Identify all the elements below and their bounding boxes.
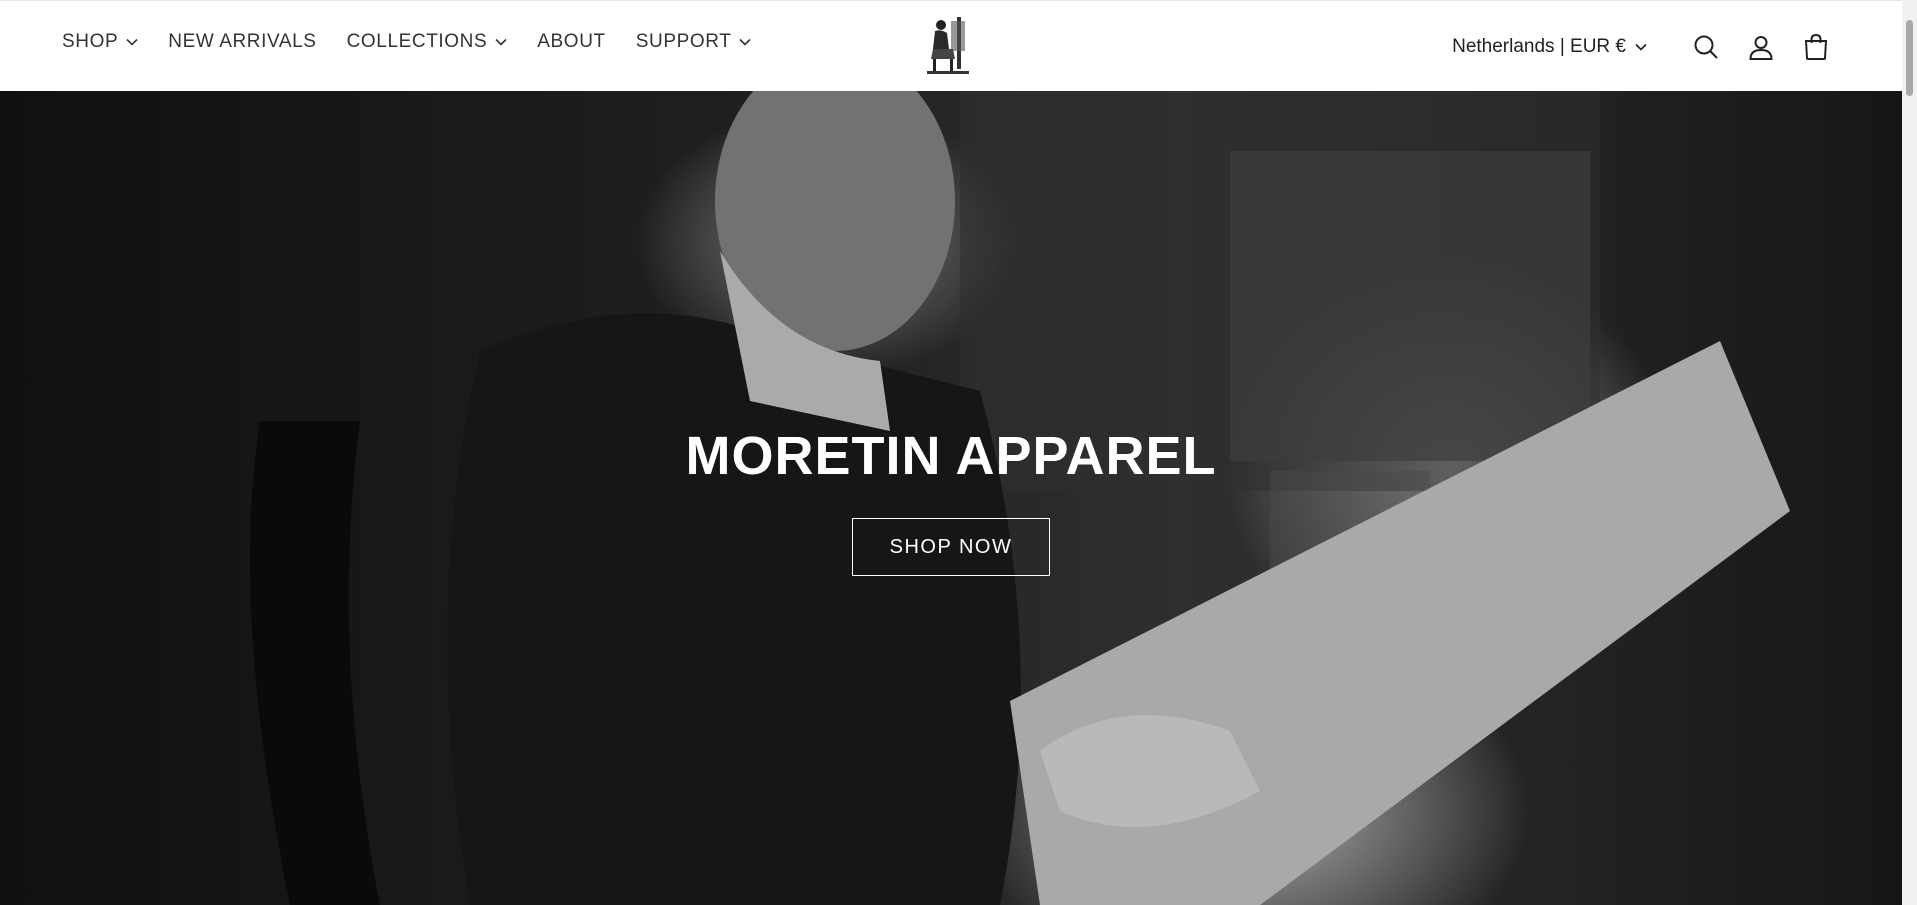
shop-now-button[interactable]: SHOP NOW (852, 518, 1050, 576)
country-currency-selector[interactable]: Netherlands | EUR € (1452, 36, 1647, 58)
scrollbar-thumb[interactable] (1906, 20, 1913, 96)
hero-banner: MORETIN APPAREL SHOP NOW (0, 91, 1902, 905)
nav-about-label: ABOUT (537, 31, 606, 52)
site-header: SHOP NEW ARRIVALS COLLECTIONS ABOUT SUPP… (0, 0, 1902, 91)
nav-new-arrivals[interactable]: NEW ARRIVALS (168, 31, 316, 53)
cart-icon[interactable] (1796, 27, 1836, 67)
page-scrollbar[interactable] (1902, 0, 1917, 905)
chevron-down-icon (1635, 43, 1647, 51)
nav-support-label: SUPPORT (635, 31, 732, 52)
nav-shop-label: SHOP (62, 31, 119, 52)
nav-shop[interactable]: SHOP (62, 31, 138, 53)
chevron-down-icon (495, 38, 507, 46)
nav-collections-label: COLLECTIONS (346, 31, 488, 52)
nav-about[interactable]: ABOUT (537, 31, 605, 53)
search-icon[interactable] (1686, 27, 1726, 67)
nav-collections[interactable]: COLLECTIONS (347, 31, 508, 53)
hero-overlay (0, 91, 1902, 905)
brand-logo[interactable] (923, 13, 973, 79)
header-actions: Netherlands | EUR € (1452, 27, 1836, 67)
locale-label: Netherlands | EUR € (1452, 36, 1626, 57)
nav-support[interactable]: SUPPORT (636, 31, 752, 53)
chevron-down-icon (126, 38, 138, 46)
account-icon[interactable] (1741, 27, 1781, 67)
chevron-down-icon (739, 38, 751, 46)
hero-title: MORETIN APPAREL (685, 426, 1217, 486)
main-nav: SHOP NEW ARRIVALS COLLECTIONS ABOUT SUPP… (62, 31, 781, 53)
nav-new-arrivals-label: NEW ARRIVALS (168, 31, 317, 52)
